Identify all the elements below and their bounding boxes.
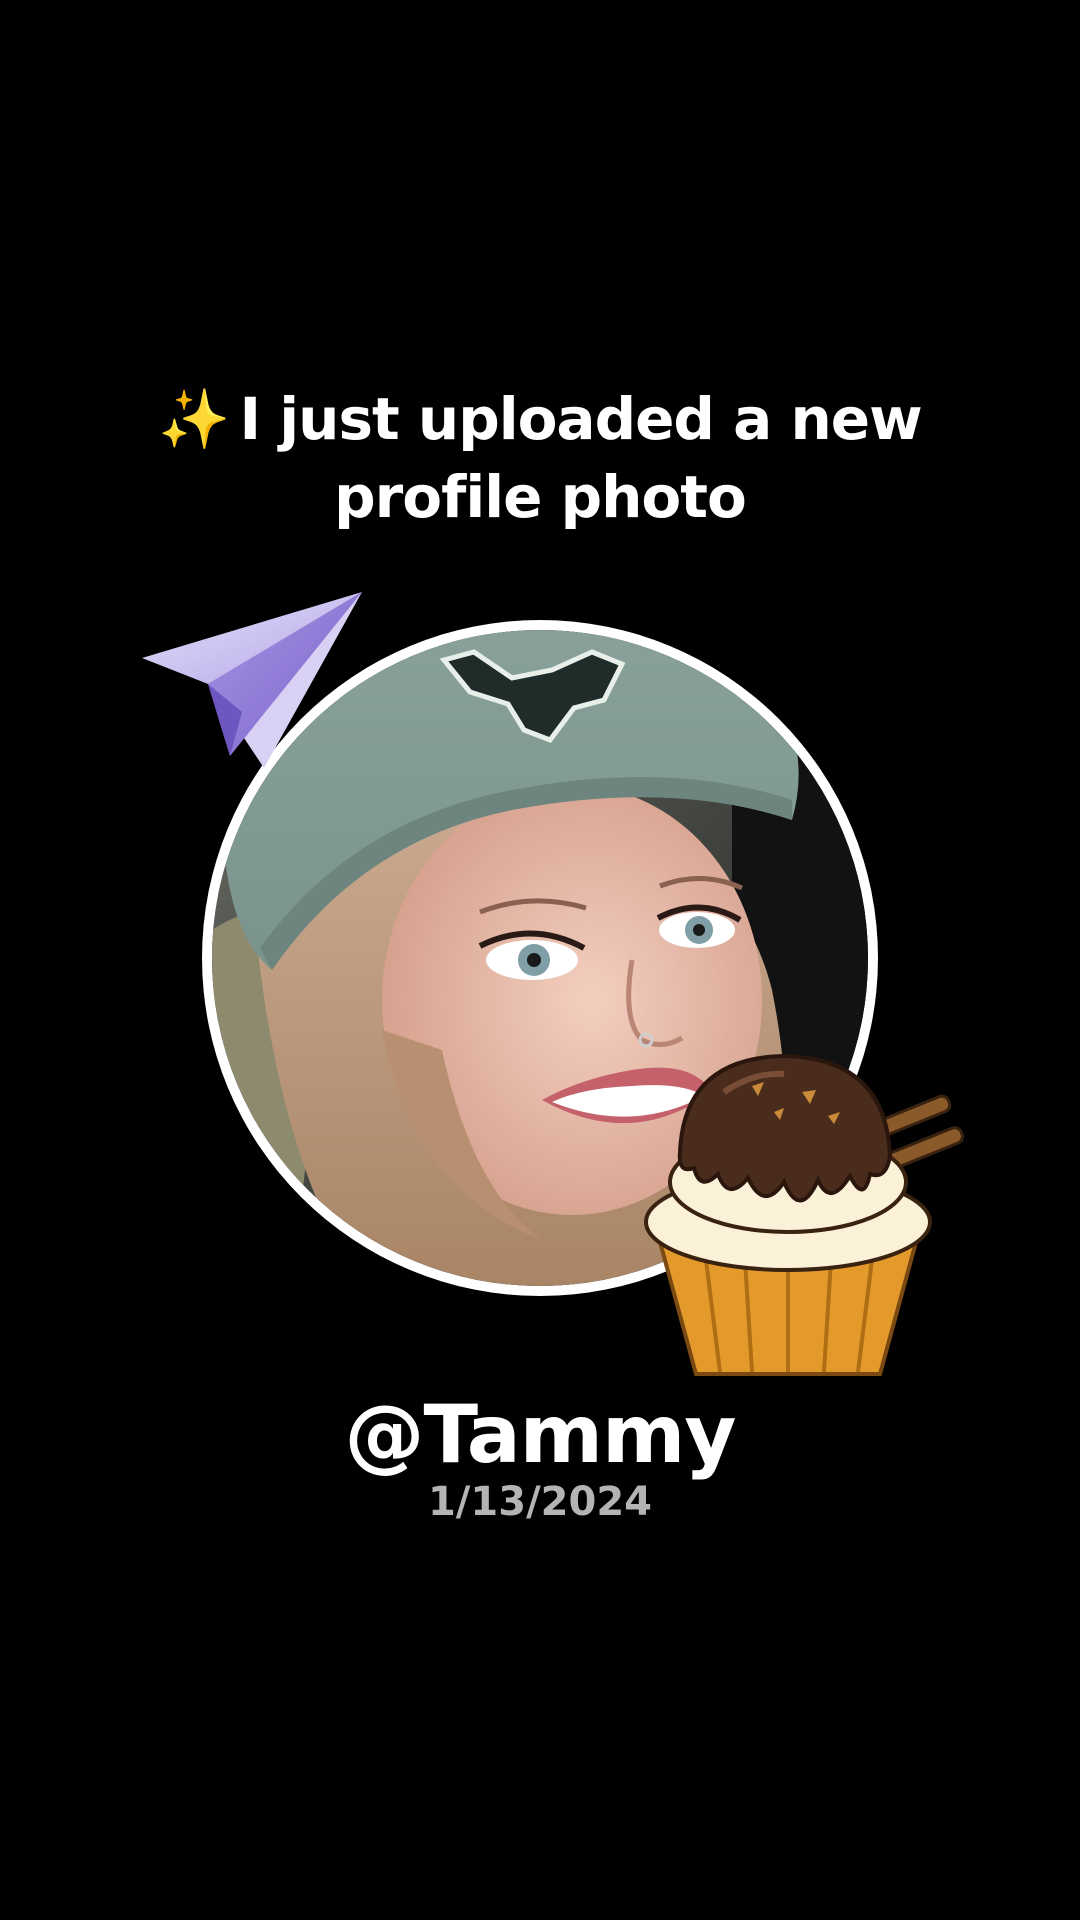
- profile-handle[interactable]: @Tammy: [0, 1385, 1080, 1485]
- headline-line-2: profile photo: [334, 463, 747, 531]
- cupcake-icon: [644, 1053, 964, 1376]
- headline-line-1: I just uploaded a new: [239, 385, 923, 453]
- headline: ✨ I just uploaded a new profile photo: [90, 380, 990, 536]
- sparkles-icon: ✨: [158, 385, 230, 453]
- upload-date: 1/13/2024: [427, 1479, 653, 1525]
- profile-photo-announcement: ✨ I just uploaded a new profile photo @T…: [0, 0, 1080, 1920]
- paper-plane-icon: [142, 592, 362, 768]
